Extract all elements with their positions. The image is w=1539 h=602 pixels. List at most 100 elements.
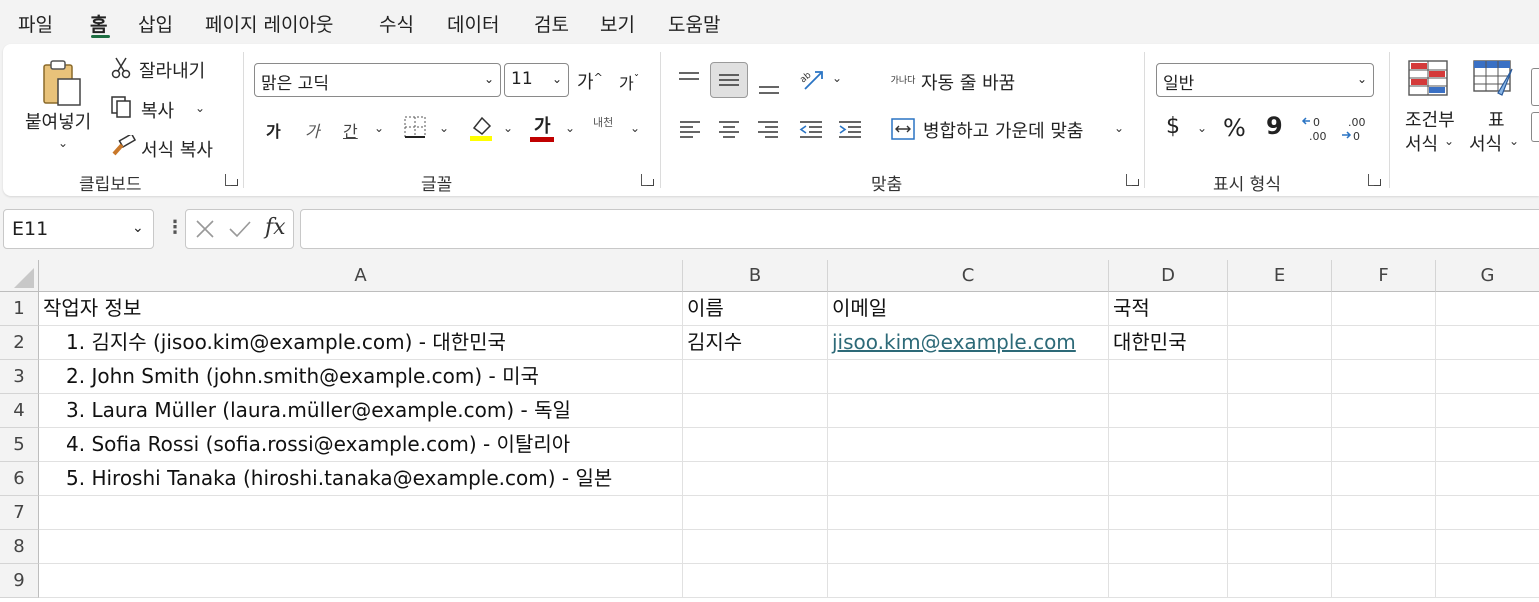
cell-b3[interactable] [683,360,828,394]
paste-button[interactable]: 붙여넣기 [25,108,91,134]
select-all-corner[interactable] [0,260,39,292]
cell-b1[interactable]: 이름 [683,292,828,326]
conditional-formatting-icon[interactable] [1406,58,1450,98]
currency-dropdown-icon[interactable]: ⌄ [1197,121,1207,135]
cell-g8[interactable] [1436,530,1539,564]
conditional-dropdown-icon[interactable]: ⌄ [1444,134,1454,148]
cell-f1[interactable] [1332,292,1436,326]
row-header-7[interactable]: 7 [0,496,39,530]
orientation-icon[interactable]: ab [797,64,827,94]
column-header-a[interactable]: A [39,260,683,292]
cell-e2[interactable] [1228,326,1332,360]
align-middle-icon[interactable] [710,62,748,98]
cell-d2[interactable]: 대한민국 [1109,326,1228,360]
table-dropdown-icon[interactable]: ⌄ [1509,134,1519,148]
fill-color-dropdown-icon[interactable]: ⌄ [503,121,513,135]
underline-dropdown-icon[interactable]: ⌄ [374,121,384,135]
cell-b4[interactable] [683,394,828,428]
cell-b6[interactable] [683,462,828,496]
font-color-button[interactable]: 가 [534,112,551,138]
tab-data[interactable]: 데이터 [447,10,499,37]
borders-dropdown-icon[interactable]: ⌄ [439,121,449,135]
cell-c6[interactable] [828,462,1109,496]
cell-f5[interactable] [1332,428,1436,462]
cell-e1[interactable] [1228,292,1332,326]
cell-b7[interactable] [683,496,828,530]
conditional-formatting-label-1[interactable]: 조건부 [1405,106,1455,132]
cell-f6[interactable] [1332,462,1436,496]
cell-d9[interactable] [1109,564,1228,598]
tab-view[interactable]: 보기 [600,10,635,37]
conditional-formatting-label-2[interactable]: 서식 [1405,130,1438,156]
cell-d1[interactable]: 국적 [1109,292,1228,326]
format-as-table-label-1[interactable]: 표 [1488,106,1505,132]
comma-button[interactable]: 9 [1266,112,1283,140]
format-as-table-label-2[interactable]: 서식 [1469,130,1502,156]
cell-g4[interactable] [1436,394,1539,428]
decrease-indent-icon[interactable] [796,114,826,144]
cell-g2[interactable] [1436,326,1539,360]
cell-a1[interactable]: 작업자 정보 [39,292,683,326]
cell-b8[interactable] [683,530,828,564]
merge-center-button[interactable]: 병합하고 가운데 맞춤 [923,117,1083,143]
cell-e7[interactable] [1228,496,1332,530]
tab-file[interactable]: 파일 [18,10,53,37]
italic-button[interactable]: 가 [305,118,320,142]
borders-icon[interactable] [402,114,428,140]
cell-d8[interactable] [1109,530,1228,564]
more-options-icon[interactable]: ⋮ [166,217,184,238]
formula-input[interactable] [300,209,1539,249]
cell-g9[interactable] [1436,564,1539,598]
number-format-select[interactable]: 일반 ⌄ [1156,63,1374,97]
cell-d4[interactable] [1109,394,1228,428]
currency-button[interactable]: $ [1166,114,1180,139]
cell-g6[interactable] [1436,462,1539,496]
cell-d7[interactable] [1109,496,1228,530]
tab-help[interactable]: 도움말 [668,10,720,37]
cut-button[interactable]: 잘라내기 [139,57,205,83]
cell-b5[interactable] [683,428,828,462]
paste-icon[interactable] [35,56,91,112]
grow-font-button[interactable]: 가^ [577,68,603,94]
cell-a9[interactable] [39,564,683,598]
decrease-decimal-icon[interactable]: .00 0 [1340,114,1370,144]
orientation-dropdown-icon[interactable]: ⌄ [832,71,842,85]
cell-d6[interactable] [1109,462,1228,496]
cell-f3[interactable] [1332,360,1436,394]
font-launcher-icon[interactable] [641,174,654,186]
font-name-select[interactable]: 맑은 고딕 ⌄ [254,63,501,97]
tab-page-layout[interactable]: 페이지 레이아웃 [205,10,333,37]
copy-dropdown-icon[interactable]: ⌄ [195,101,205,115]
cell-b9[interactable] [683,564,828,598]
shrink-font-button[interactable]: 가ˇ [619,70,639,94]
bold-button[interactable]: 가 [266,118,281,142]
merge-dropdown-icon[interactable]: ⌄ [1114,121,1124,135]
row-header-9[interactable]: 9 [0,564,39,598]
cell-a7[interactable] [39,496,683,530]
paste-dropdown-icon[interactable]: ⌄ [58,136,68,150]
phonetic-dropdown-icon[interactable]: ⌄ [630,121,640,135]
cancel-icon[interactable] [194,218,216,240]
cell-g7[interactable] [1436,496,1539,530]
column-header-f[interactable]: F [1332,260,1436,292]
alignment-launcher-icon[interactable] [1126,174,1139,186]
increase-decimal-icon[interactable]: 0.00 [1301,114,1331,144]
format-as-table-icon[interactable] [1471,58,1517,102]
cell-a2[interactable]: 1. 김지수 (jisoo.kim@example.com) - 대한민국 [39,326,683,360]
cell-g3[interactable] [1436,360,1539,394]
row-header-1[interactable]: 1 [0,292,39,326]
cell-e5[interactable] [1228,428,1332,462]
cell-a8[interactable] [39,530,683,564]
align-right-icon[interactable] [753,114,783,144]
enter-check-icon[interactable] [228,218,252,240]
column-header-g[interactable]: G [1436,260,1539,292]
cell-c7[interactable] [828,496,1109,530]
cell-c2[interactable]: jisoo.kim@example.com [828,326,1109,360]
cell-g5[interactable] [1436,428,1539,462]
copy-button[interactable]: 복사 [141,97,174,123]
tab-review[interactable]: 검토 [534,10,569,37]
insert-function-icon[interactable]: fx [265,215,286,240]
cell-c3[interactable] [828,360,1109,394]
align-center-icon[interactable] [714,114,744,144]
cell-b2[interactable]: 김지수 [683,326,828,360]
